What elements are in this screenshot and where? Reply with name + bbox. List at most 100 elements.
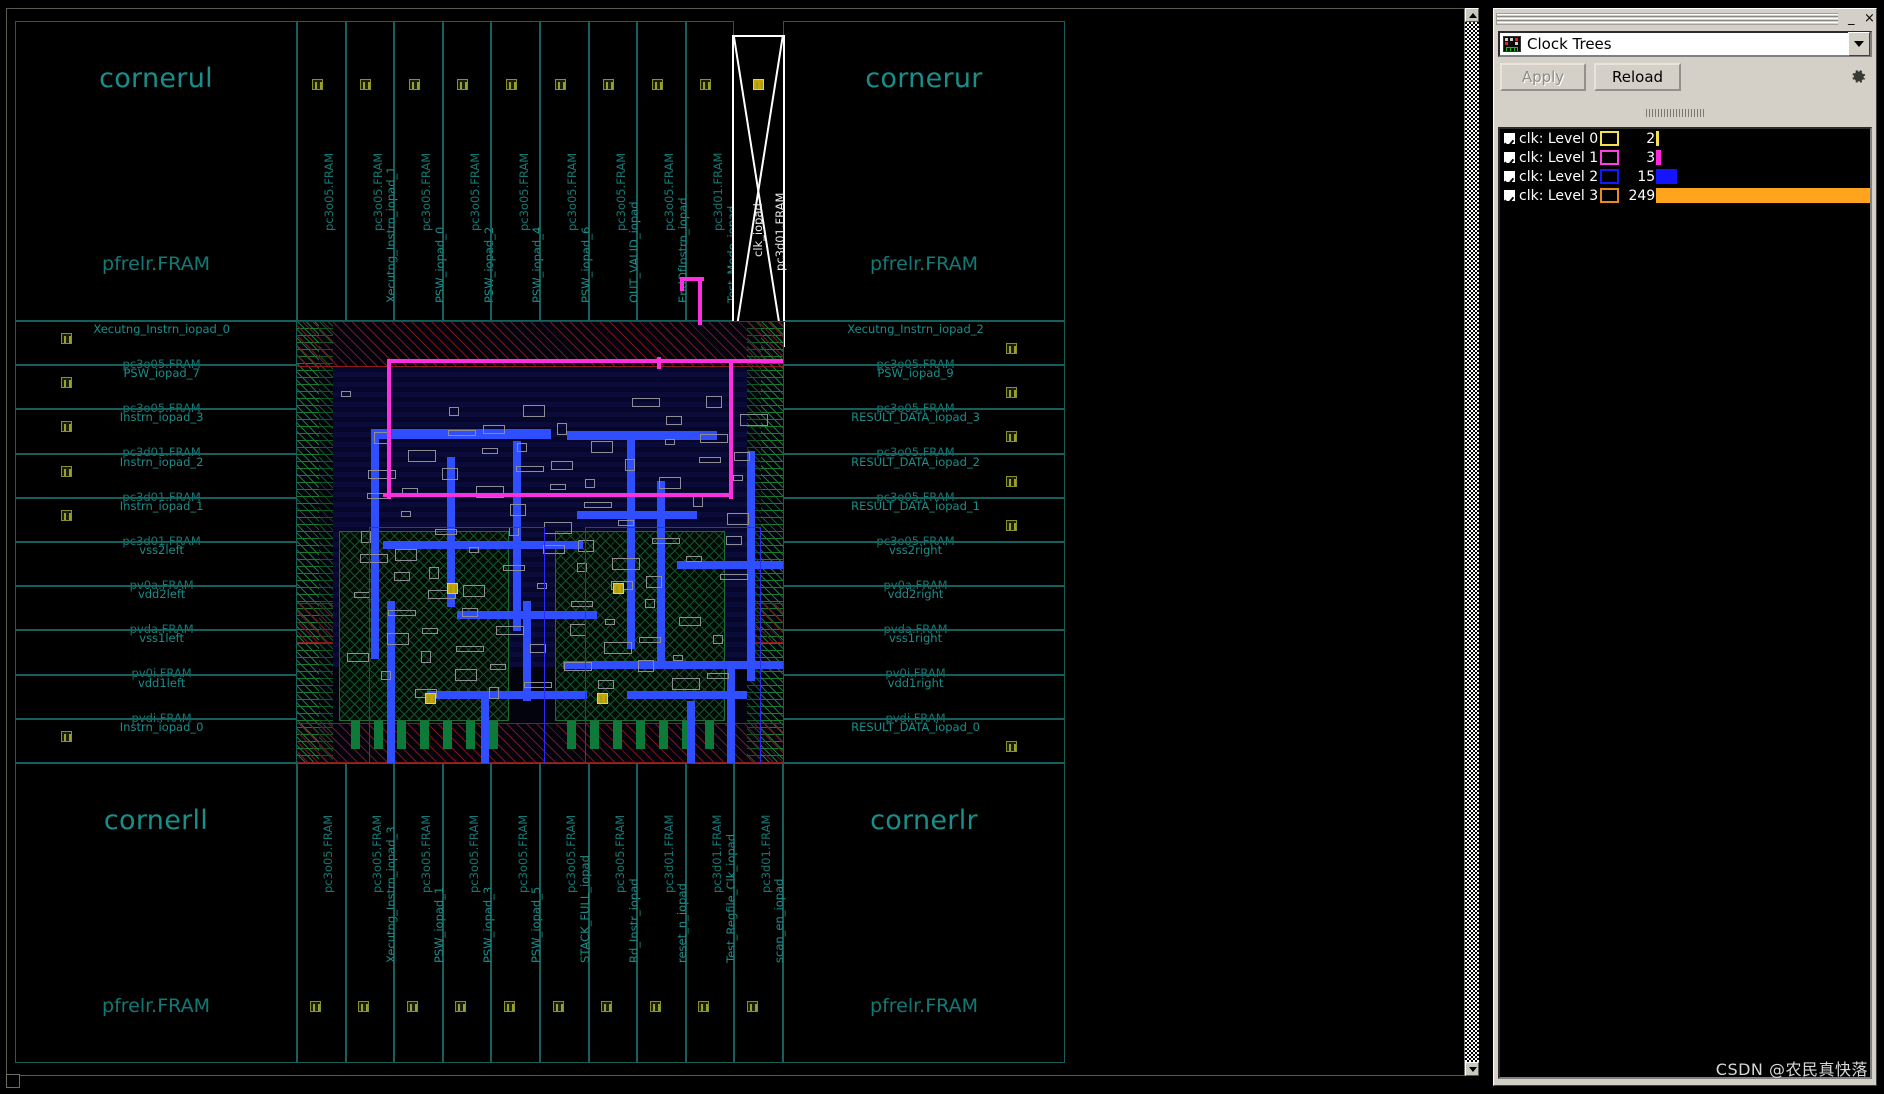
placed-cell (341, 391, 351, 397)
clock-level-label: clk: Level 2 (1519, 168, 1599, 185)
chevron-down-icon[interactable] (1848, 32, 1870, 56)
pad-pin-top[interactable] (311, 79, 323, 90)
clock-level-label: clk: Level 1 (1519, 149, 1599, 166)
pad-pin-top[interactable] (505, 79, 517, 90)
level-color-swatch[interactable] (1600, 169, 1620, 184)
clock-net-level1 (387, 359, 391, 499)
close-button[interactable]: × (1858, 11, 1875, 27)
pad-pin-right[interactable] (1005, 475, 1017, 487)
pad-pin-right[interactable] (1005, 387, 1017, 399)
right-pad-inst: Xecutng_Instrn_iopad_2 (847, 322, 984, 336)
reload-button[interactable]: Reload (1594, 63, 1682, 91)
clock-levels-list[interactable]: clk: Level 0 2 clk: Level 1 3 clk: Level 2 15… (1498, 127, 1872, 1079)
pad-pin-right[interactable] (1005, 519, 1017, 531)
clock-net-level1 (729, 359, 733, 499)
clock-level-label: clk: Level 0 (1519, 130, 1599, 147)
pad-pin-top[interactable] (360, 79, 372, 90)
clock-buffer-pin[interactable] (447, 583, 458, 594)
level-visibility-checkbox[interactable] (1503, 132, 1516, 145)
panel-titlebar[interactable]: _ × (1494, 9, 1876, 29)
pad-pin-left[interactable] (61, 333, 72, 344)
scroll-down-button[interactable] (1465, 1062, 1479, 1076)
clock-level-row[interactable]: clk: Level 3 249 (1500, 186, 1870, 205)
pad-pin-bottom[interactable] (552, 1001, 564, 1012)
right-pad-inst: vdd2right (887, 587, 944, 602)
pad-pin-bottom[interactable] (455, 1001, 467, 1012)
left-pad-inst: PSW_iopad_7 (123, 366, 200, 381)
pad-pin-top[interactable] (651, 79, 663, 90)
pad-pin-top[interactable] (603, 79, 615, 90)
level-visibility-checkbox[interactable] (1503, 189, 1516, 202)
left-pad-inst: Instrn_iopad_1 (119, 498, 204, 513)
bottom-pad-block[interactable] (297, 763, 346, 1063)
clock-trees-panel: _ × Clock Trees Apply Reload clk: Level … (1493, 8, 1877, 1086)
left-pad-inst: vss1left (139, 631, 184, 646)
pad-pin-bottom[interactable] (406, 1001, 418, 1012)
pad-pin-bottom[interactable] (601, 1001, 613, 1012)
pad-pin-left[interactable] (61, 377, 72, 389)
level-color-swatch[interactable] (1600, 150, 1620, 165)
clock-level-row[interactable]: clk: Level 2 15 (1500, 167, 1870, 186)
macro-outline (369, 527, 545, 763)
pad-pin-bottom[interactable] (649, 1001, 661, 1012)
clock-level-row[interactable]: clk: Level 0 2 (1500, 129, 1870, 148)
pad-pin-bottom[interactable] (698, 1001, 710, 1012)
clock-buffer-pin[interactable] (597, 693, 608, 704)
object-type-combobox[interactable]: Clock Trees (1498, 31, 1872, 57)
left-pad-inst: Instrn_iopad_3 (119, 410, 204, 425)
pad-pin-right[interactable] (1005, 740, 1017, 752)
placed-cell (584, 502, 612, 508)
pad-pin-left[interactable] (61, 465, 72, 477)
clock-tree-icon (1503, 36, 1521, 52)
corner-cell: pfrelr.FRAM (102, 995, 210, 1017)
pad-pin-right[interactable] (1005, 431, 1017, 443)
level-color-swatch[interactable] (1600, 131, 1620, 146)
placed-cell (449, 407, 459, 416)
gear-icon[interactable] (1846, 65, 1870, 89)
top-pad-cell: pc3o05.FRAM (662, 152, 677, 231)
placed-cell (368, 470, 396, 479)
clock-level-row[interactable]: clk: Level 1 3 (1500, 148, 1870, 167)
pad-pin-bottom[interactable] (358, 1001, 370, 1012)
bottom-pad-cell: pc3o05.FRAM (612, 814, 627, 893)
macro-pin (567, 721, 576, 749)
pad-pin-top[interactable] (554, 79, 566, 90)
layout-canvas-area[interactable]: cornerul pfrelr.FRAM cornerur pfrelr.FRAM co… (0, 0, 1481, 1094)
pad-pin-left[interactable] (61, 421, 72, 433)
clock-trunk-vertical (698, 281, 703, 325)
list-resize-grip[interactable] (1646, 109, 1704, 117)
bottom-pad-cell: pc3o05.FRAM (515, 814, 530, 893)
pad-pin-bottom[interactable] (309, 1001, 321, 1012)
placed-cell (482, 448, 498, 454)
level-visibility-checkbox[interactable] (1503, 170, 1516, 183)
pad-pin-top[interactable] (408, 79, 420, 90)
power-ring-right (761, 321, 783, 763)
scroll-up-button[interactable] (1465, 8, 1479, 22)
level-visibility-checkbox[interactable] (1503, 151, 1516, 164)
panel-drag-grip[interactable] (1496, 13, 1838, 25)
bottom-pad-cell: pc3d01.FRAM (661, 814, 676, 893)
placed-cell (483, 425, 505, 434)
layout-canvas-frame[interactable]: cornerul pfrelr.FRAM cornerur pfrelr.FRAM co… (6, 8, 1468, 1076)
clk-iopad-pin[interactable] (753, 79, 765, 90)
top-pad-cell: pc3o05.FRAM (322, 152, 337, 231)
pad-pin-top[interactable] (457, 79, 469, 90)
level-color-swatch[interactable] (1600, 188, 1620, 203)
pad-pin-right[interactable] (1005, 343, 1017, 354)
top-pad-cell: pc3d01.FRAM (711, 152, 726, 231)
minimize-button[interactable]: _ (1842, 11, 1858, 27)
macro-outline (585, 527, 761, 763)
core-area[interactable] (297, 321, 783, 763)
apply-button[interactable]: Apply (1500, 63, 1586, 91)
application-window: cornerul pfrelr.FRAM cornerur pfrelr.FRAM co… (0, 0, 1884, 1094)
pad-pin-bottom[interactable] (747, 1001, 759, 1012)
pad-pin-bottom[interactable] (504, 1001, 516, 1012)
clock-buffer-pin[interactable] (425, 693, 436, 704)
pad-pin-left[interactable] (61, 730, 72, 742)
scroll-track[interactable] (1465, 22, 1479, 1062)
pad-pin-top[interactable] (700, 79, 712, 90)
level-count: 2 (1646, 130, 1656, 147)
clock-buffer-pin[interactable] (613, 583, 624, 594)
canvas-vertical-scrollbar[interactable] (1464, 8, 1479, 1076)
pad-pin-left[interactable] (61, 509, 72, 521)
